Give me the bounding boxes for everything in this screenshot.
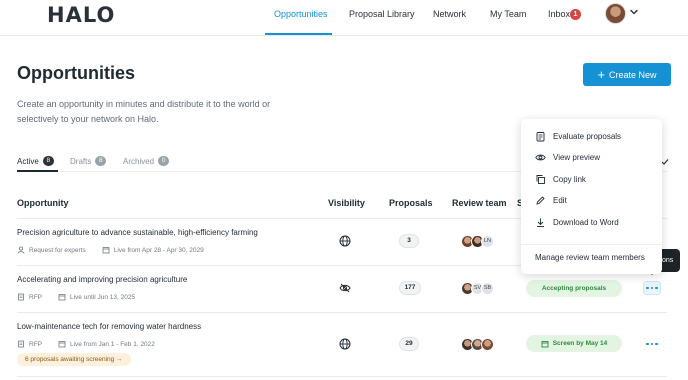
column-header-review-team[interactable]: Review team (452, 198, 507, 208)
tab-archived-label: Archived (123, 156, 155, 166)
document-icon (18, 293, 24, 301)
opportunity-type-1: Request for experts (29, 246, 86, 254)
nav-proposal-library[interactable]: Proposal Library (349, 9, 415, 19)
opportunity-title-2[interactable]: Accelerating and improving precision agr… (17, 275, 187, 284)
status-badge-label: Screen by May 14 (552, 340, 608, 347)
globe-icon (339, 338, 351, 350)
nav-my-team[interactable]: My Team (490, 9, 526, 19)
opportunity-dates-2: Live until Jun 13, 2025 (70, 293, 136, 301)
opportunity-type-3: RFP (29, 340, 42, 348)
tab-drafts[interactable]: Drafts 8 (70, 156, 107, 166)
more-options-button[interactable] (643, 337, 661, 351)
row-divider (17, 376, 667, 377)
column-header-proposals[interactable]: Proposals (389, 198, 433, 208)
page-title: Opportunities (17, 63, 135, 83)
tab-active-indicator (17, 170, 58, 172)
nav-network[interactable]: Network (433, 9, 466, 19)
menu-item-manage-review-team[interactable]: Manage review team members (535, 253, 645, 262)
tab-archived[interactable]: Archived 0 (123, 156, 170, 166)
tab-active-count: 8 (42, 156, 54, 166)
user-avatar[interactable] (605, 3, 626, 24)
opportunity-dates-1: Live from Apr 28 - Apr 30, 2029 (113, 246, 204, 254)
create-new-button[interactable]: + Create New (583, 63, 671, 86)
calendar-icon (58, 294, 66, 301)
tab-active[interactable]: Active 8 (17, 156, 54, 166)
person-icon (17, 246, 25, 254)
plus-icon: + (597, 66, 606, 82)
more-options-button[interactable] (643, 281, 661, 295)
halo-logo[interactable]: HALO (47, 3, 115, 27)
menu-item-download-to-word[interactable]: Download to Word (535, 217, 619, 228)
tooltip-text: ons (662, 257, 674, 264)
opportunity-title-3[interactable]: Low-maintenance tech for removing water … (17, 322, 201, 331)
opportunity-type-2: RFP (29, 293, 42, 301)
row-actions-menu: Evaluate proposals View preview Copy lin… (521, 119, 662, 274)
tab-active-label: Active (17, 156, 39, 166)
menu-item-label: Download to Word (553, 218, 619, 227)
tab-archived-count: 0 (158, 156, 170, 166)
document-icon (18, 340, 24, 348)
menu-divider (521, 244, 662, 245)
proposal-count-2[interactable]: 177 (399, 281, 421, 295)
chevron-down-icon[interactable] (629, 7, 639, 17)
pencil-icon (536, 196, 545, 205)
create-new-label: Create New (609, 69, 657, 80)
checkmark-icon (661, 159, 669, 165)
proposal-count-3[interactable]: 29 (399, 337, 419, 351)
calendar-icon (102, 247, 110, 254)
status-badge: Accepting proposals (526, 280, 622, 297)
reviewer-initials: LN (481, 235, 494, 248)
opportunity-meta-1: Request for experts Live from Apr 28 - A… (17, 246, 204, 254)
globe-icon (339, 235, 351, 247)
opportunity-meta-3: RFP Live from Jan 1 - Feb 1, 2022 (17, 340, 155, 348)
menu-item-evaluate-proposals[interactable]: Evaluate proposals (535, 131, 621, 142)
nav-opportunities[interactable]: Opportunities (274, 9, 328, 19)
nav-active-indicator (265, 33, 332, 35)
screening-reminder-chip[interactable]: 6 proposals awaiting screening → (17, 353, 131, 366)
menu-item-edit[interactable]: Edit (535, 195, 567, 206)
inbox-unread-badge: 1 (570, 9, 581, 20)
status-badge: Screen by May 14 (526, 335, 622, 352)
reviewer-avatar (481, 338, 494, 351)
opportunity-meta-2: RFP Live until Jun 13, 2025 (17, 293, 135, 301)
clipboard-icon (536, 132, 545, 142)
opportunity-title-1[interactable]: Precision agriculture to advance sustain… (17, 228, 258, 237)
nav-inbox[interactable]: Inbox (548, 9, 570, 19)
tab-drafts-label: Drafts (70, 156, 92, 166)
tab-drafts-count: 8 (95, 156, 107, 166)
menu-item-view-preview[interactable]: View preview (535, 152, 600, 163)
row-divider (17, 312, 667, 313)
top-navigation-bar: HALO Opportunities Proposal Library Netw… (0, 0, 688, 36)
menu-item-label: Copy link (553, 175, 586, 184)
menu-item-label: Edit (553, 196, 567, 205)
calendar-icon (58, 341, 66, 348)
column-header-opportunity[interactable]: Opportunity (17, 198, 69, 208)
reviewer-initials: SB (481, 282, 494, 295)
download-icon (537, 218, 544, 227)
eye-icon (535, 154, 546, 161)
column-header-visibility[interactable]: Visibility (328, 198, 365, 208)
menu-item-label: Evaluate proposals (553, 132, 622, 141)
page-description: Create an opportunity in minutes and dis… (17, 99, 271, 124)
opportunity-dates-3: Live from Jan 1 - Feb 1, 2022 (70, 340, 155, 348)
copy-icon (536, 175, 545, 184)
proposal-count-1[interactable]: 3 (399, 234, 419, 248)
menu-item-label: View preview (553, 153, 600, 162)
menu-item-copy-link[interactable]: Copy link (535, 174, 586, 185)
eye-off-icon (339, 283, 351, 293)
calendar-icon (541, 340, 549, 347)
